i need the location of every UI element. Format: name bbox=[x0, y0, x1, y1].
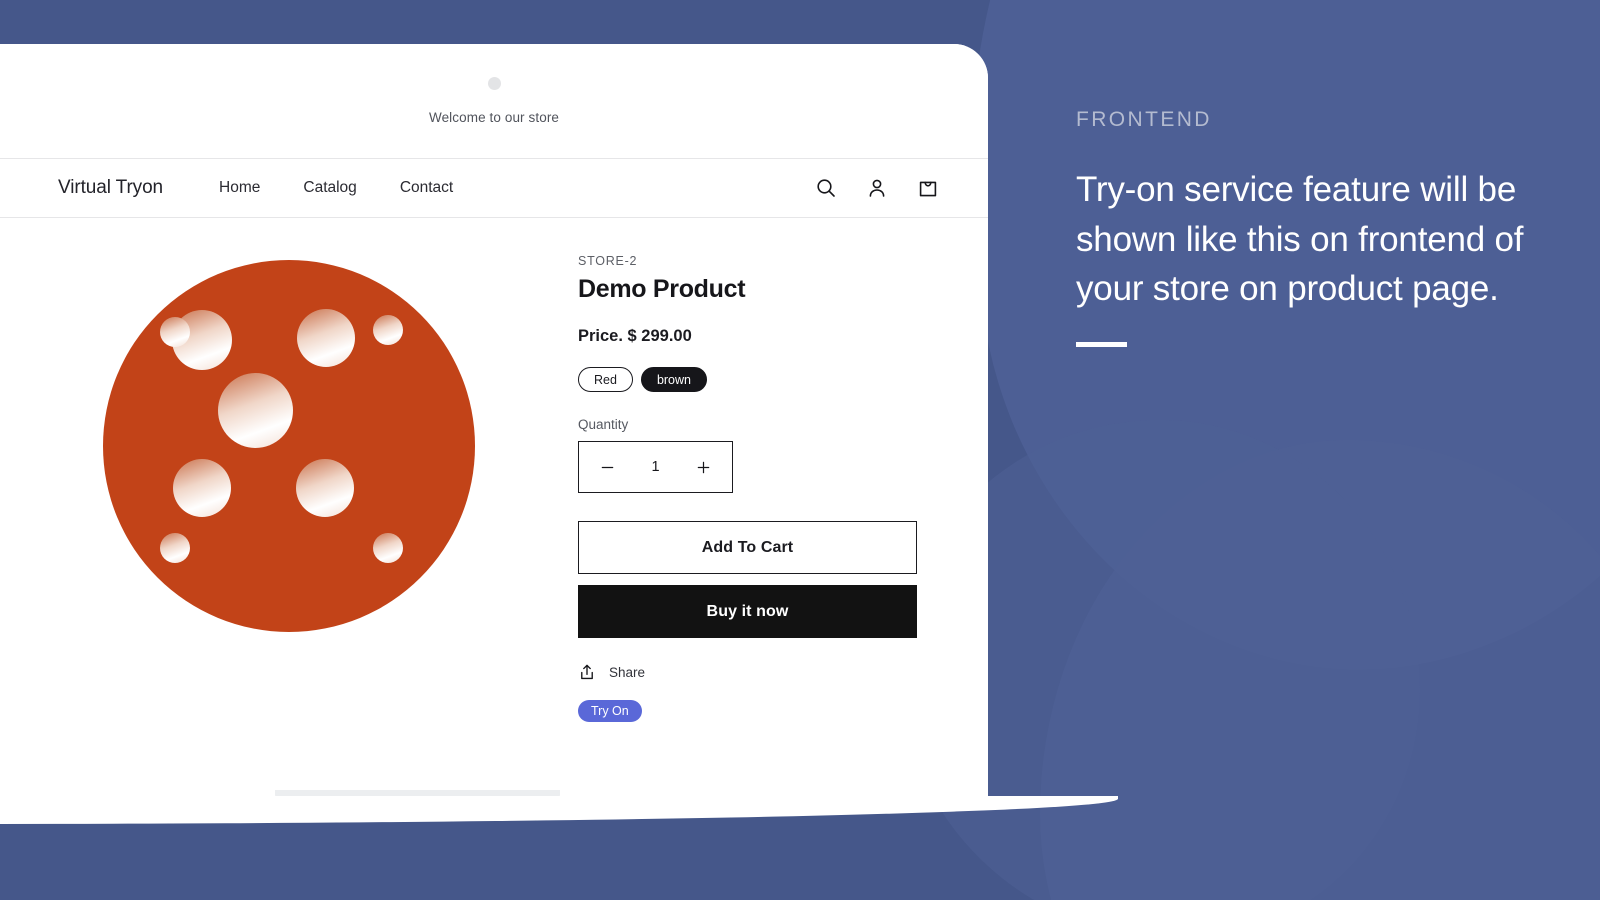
product-image-dot bbox=[373, 533, 403, 563]
nav-link-catalog[interactable]: Catalog bbox=[303, 179, 356, 197]
share-button[interactable]: Share bbox=[578, 663, 988, 681]
product-vendor: STORE-2 bbox=[578, 254, 638, 268]
quantity-decrease-button[interactable] bbox=[597, 457, 617, 477]
quantity-stepper: 1 bbox=[578, 441, 733, 493]
share-icon bbox=[578, 663, 596, 681]
buy-it-now-button[interactable]: Buy it now bbox=[578, 585, 917, 638]
cart-icon[interactable] bbox=[916, 176, 940, 200]
panel-eyebrow: FRONTEND bbox=[1076, 108, 1212, 131]
product-title: Demo Product bbox=[578, 275, 746, 303]
product-info: STORE-2 Demo Product Price. $ 299.00 Red… bbox=[578, 244, 988, 722]
marketing-panel: FRONTEND Try-on service feature will be … bbox=[1076, 108, 1546, 348]
announcement-dot bbox=[487, 77, 501, 90]
product-price: Price. $ 299.00 bbox=[578, 327, 692, 345]
laptop-screen: Welcome to our store Virtual Tryon Home … bbox=[0, 44, 988, 804]
product-media bbox=[0, 244, 578, 722]
announcement-text: Welcome to our store bbox=[428, 110, 560, 125]
product-image-dot bbox=[173, 459, 231, 517]
quantity-increase-button[interactable] bbox=[694, 457, 714, 477]
try-on-button[interactable]: Try On bbox=[578, 700, 642, 722]
product-image-dot bbox=[217, 372, 293, 448]
product-image-dot bbox=[160, 317, 190, 347]
demo-product-image[interactable] bbox=[103, 260, 475, 632]
product-section: STORE-2 Demo Product Price. $ 299.00 Red… bbox=[0, 218, 988, 722]
site-brand[interactable]: Virtual Tryon bbox=[58, 177, 163, 199]
add-to-cart-button[interactable]: Add To Cart bbox=[578, 521, 917, 574]
variant-options: Red brown bbox=[578, 367, 988, 392]
quantity-value[interactable]: 1 bbox=[651, 459, 659, 475]
variant-option-red[interactable]: Red bbox=[578, 367, 633, 392]
product-image-dot bbox=[297, 309, 355, 367]
product-image-dot bbox=[373, 315, 403, 345]
quantity-label: Quantity bbox=[578, 417, 629, 432]
nav-link-contact[interactable]: Contact bbox=[400, 179, 453, 197]
panel-accent-rule bbox=[1076, 342, 1127, 348]
account-icon[interactable] bbox=[865, 176, 889, 200]
laptop-base bbox=[0, 796, 1118, 824]
announcement-bar: Welcome to our store bbox=[0, 44, 988, 158]
variant-option-brown[interactable]: brown bbox=[640, 367, 707, 392]
nav-link-home[interactable]: Home bbox=[219, 179, 260, 197]
primary-navigation: Home Catalog Contact bbox=[219, 179, 453, 197]
product-image-dot bbox=[160, 533, 190, 563]
share-label: Share bbox=[609, 664, 646, 680]
laptop-mockup: Welcome to our store Virtual Tryon Home … bbox=[0, 0, 1130, 900]
header-actions bbox=[814, 176, 940, 200]
panel-heading: Try-on service feature will be shown lik… bbox=[1076, 170, 1524, 309]
storefront-page: Welcome to our store Virtual Tryon Home … bbox=[0, 44, 988, 804]
product-image-dot bbox=[296, 459, 354, 517]
site-header: Virtual Tryon Home Catalog Contact bbox=[0, 158, 988, 218]
search-icon[interactable] bbox=[814, 176, 838, 200]
